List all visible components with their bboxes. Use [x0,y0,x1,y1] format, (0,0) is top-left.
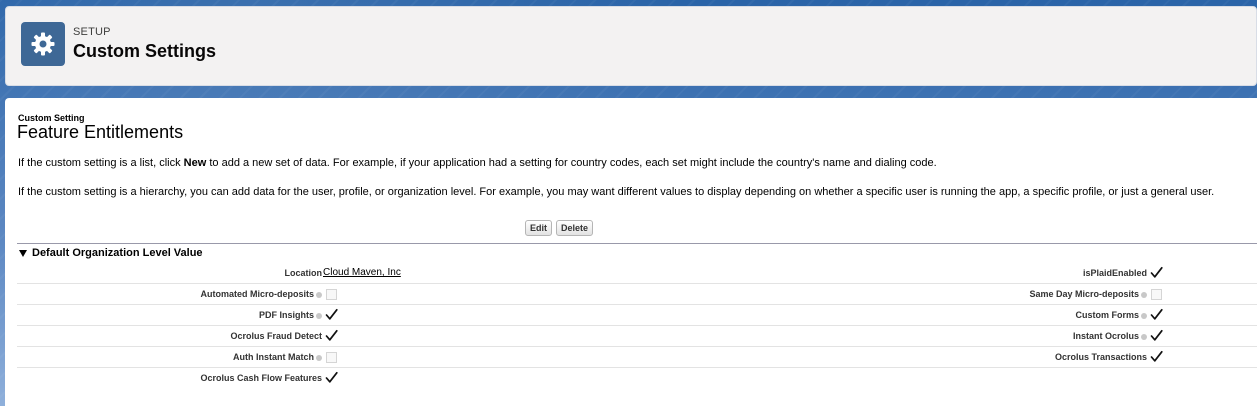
section-title: Default Organization Level Value [32,247,203,259]
field-row: Ocrolus Cash Flow Features [17,368,1257,388]
section-header[interactable]: Default Organization Level Value [19,247,203,259]
field-label-custom-forms: Custom Forms [1075,310,1147,320]
checkbox-isplaidenabled [1150,266,1163,279]
checkbox-ocrolus-transactions [1150,350,1163,363]
field-row: PDF Insights Custom Forms [17,305,1257,326]
delete-button[interactable]: Delete [556,220,594,236]
field-label-automated-micro-deposits: Automated Micro-deposits [200,289,322,299]
checkbox-instant-ocrolus [1150,329,1163,342]
page-title: Custom Settings [73,41,217,61]
help-icon[interactable] [1141,312,1147,319]
field-row: Ocrolus Fraud Detect Instant Ocrolus [17,326,1257,347]
checkbox-ocrolus-fraud-detect [325,329,338,342]
field-label-pdf-insights: PDF Insights [259,310,322,320]
field-row: Auth Instant Match Ocrolus Transactions [17,347,1257,368]
field-label-auth-instant-match: Auth Instant Match [233,352,322,362]
gear-icon [21,22,65,66]
checkbox-ocrolus-cash-flow-features [325,371,338,384]
section-divider [17,243,1257,244]
location-link[interactable]: Cloud Maven, Inc [323,267,401,278]
collapse-triangle-icon[interactable] [19,249,27,257]
help-icon[interactable] [316,291,322,298]
list-description: If the custom setting is a list, click N… [18,157,937,169]
field-label-ocrolus-fraud-detect: Ocrolus Fraud Detect [230,331,322,341]
checkbox-automated-micro-deposits [326,289,337,300]
field-label-isplaidenabled: isPlaidEnabled [1082,268,1147,278]
field-label-ocrolus-cash-flow-features: Ocrolus Cash Flow Features [200,373,322,383]
field-label-ocrolus-transactions: Ocrolus Transactions [1054,352,1147,362]
field-label-location: Location [284,268,323,278]
field-row: Location Cloud Maven, Inc isPlaidEnabled [17,263,1257,284]
hierarchy-description: If the custom setting is a hierarchy, yo… [18,186,1215,198]
breadcrumb[interactable]: SETUP [73,26,111,38]
checkbox-custom-forms [1150,308,1163,321]
setup-header: SETUP Custom Settings [5,6,1257,86]
record-title: Feature Entitlements [17,122,184,142]
help-icon[interactable] [1141,333,1147,340]
custom-setting-detail: Custom Setting Feature Entitlements If t… [5,98,1257,406]
field-row: Automated Micro-deposits Same Day Micro-… [17,284,1257,305]
checkbox-same-day-micro-deposits [1151,289,1162,300]
checkbox-pdf-insights [325,308,338,321]
help-icon[interactable] [1141,291,1147,298]
checkbox-auth-instant-match [326,352,337,363]
edit-button[interactable]: Edit [525,220,552,236]
help-icon[interactable] [316,312,322,319]
help-icon[interactable] [316,354,322,361]
field-label-same-day-micro-deposits: Same Day Micro-deposits [1029,289,1147,299]
field-label-instant-ocrolus: Instant Ocrolus [1073,331,1147,341]
